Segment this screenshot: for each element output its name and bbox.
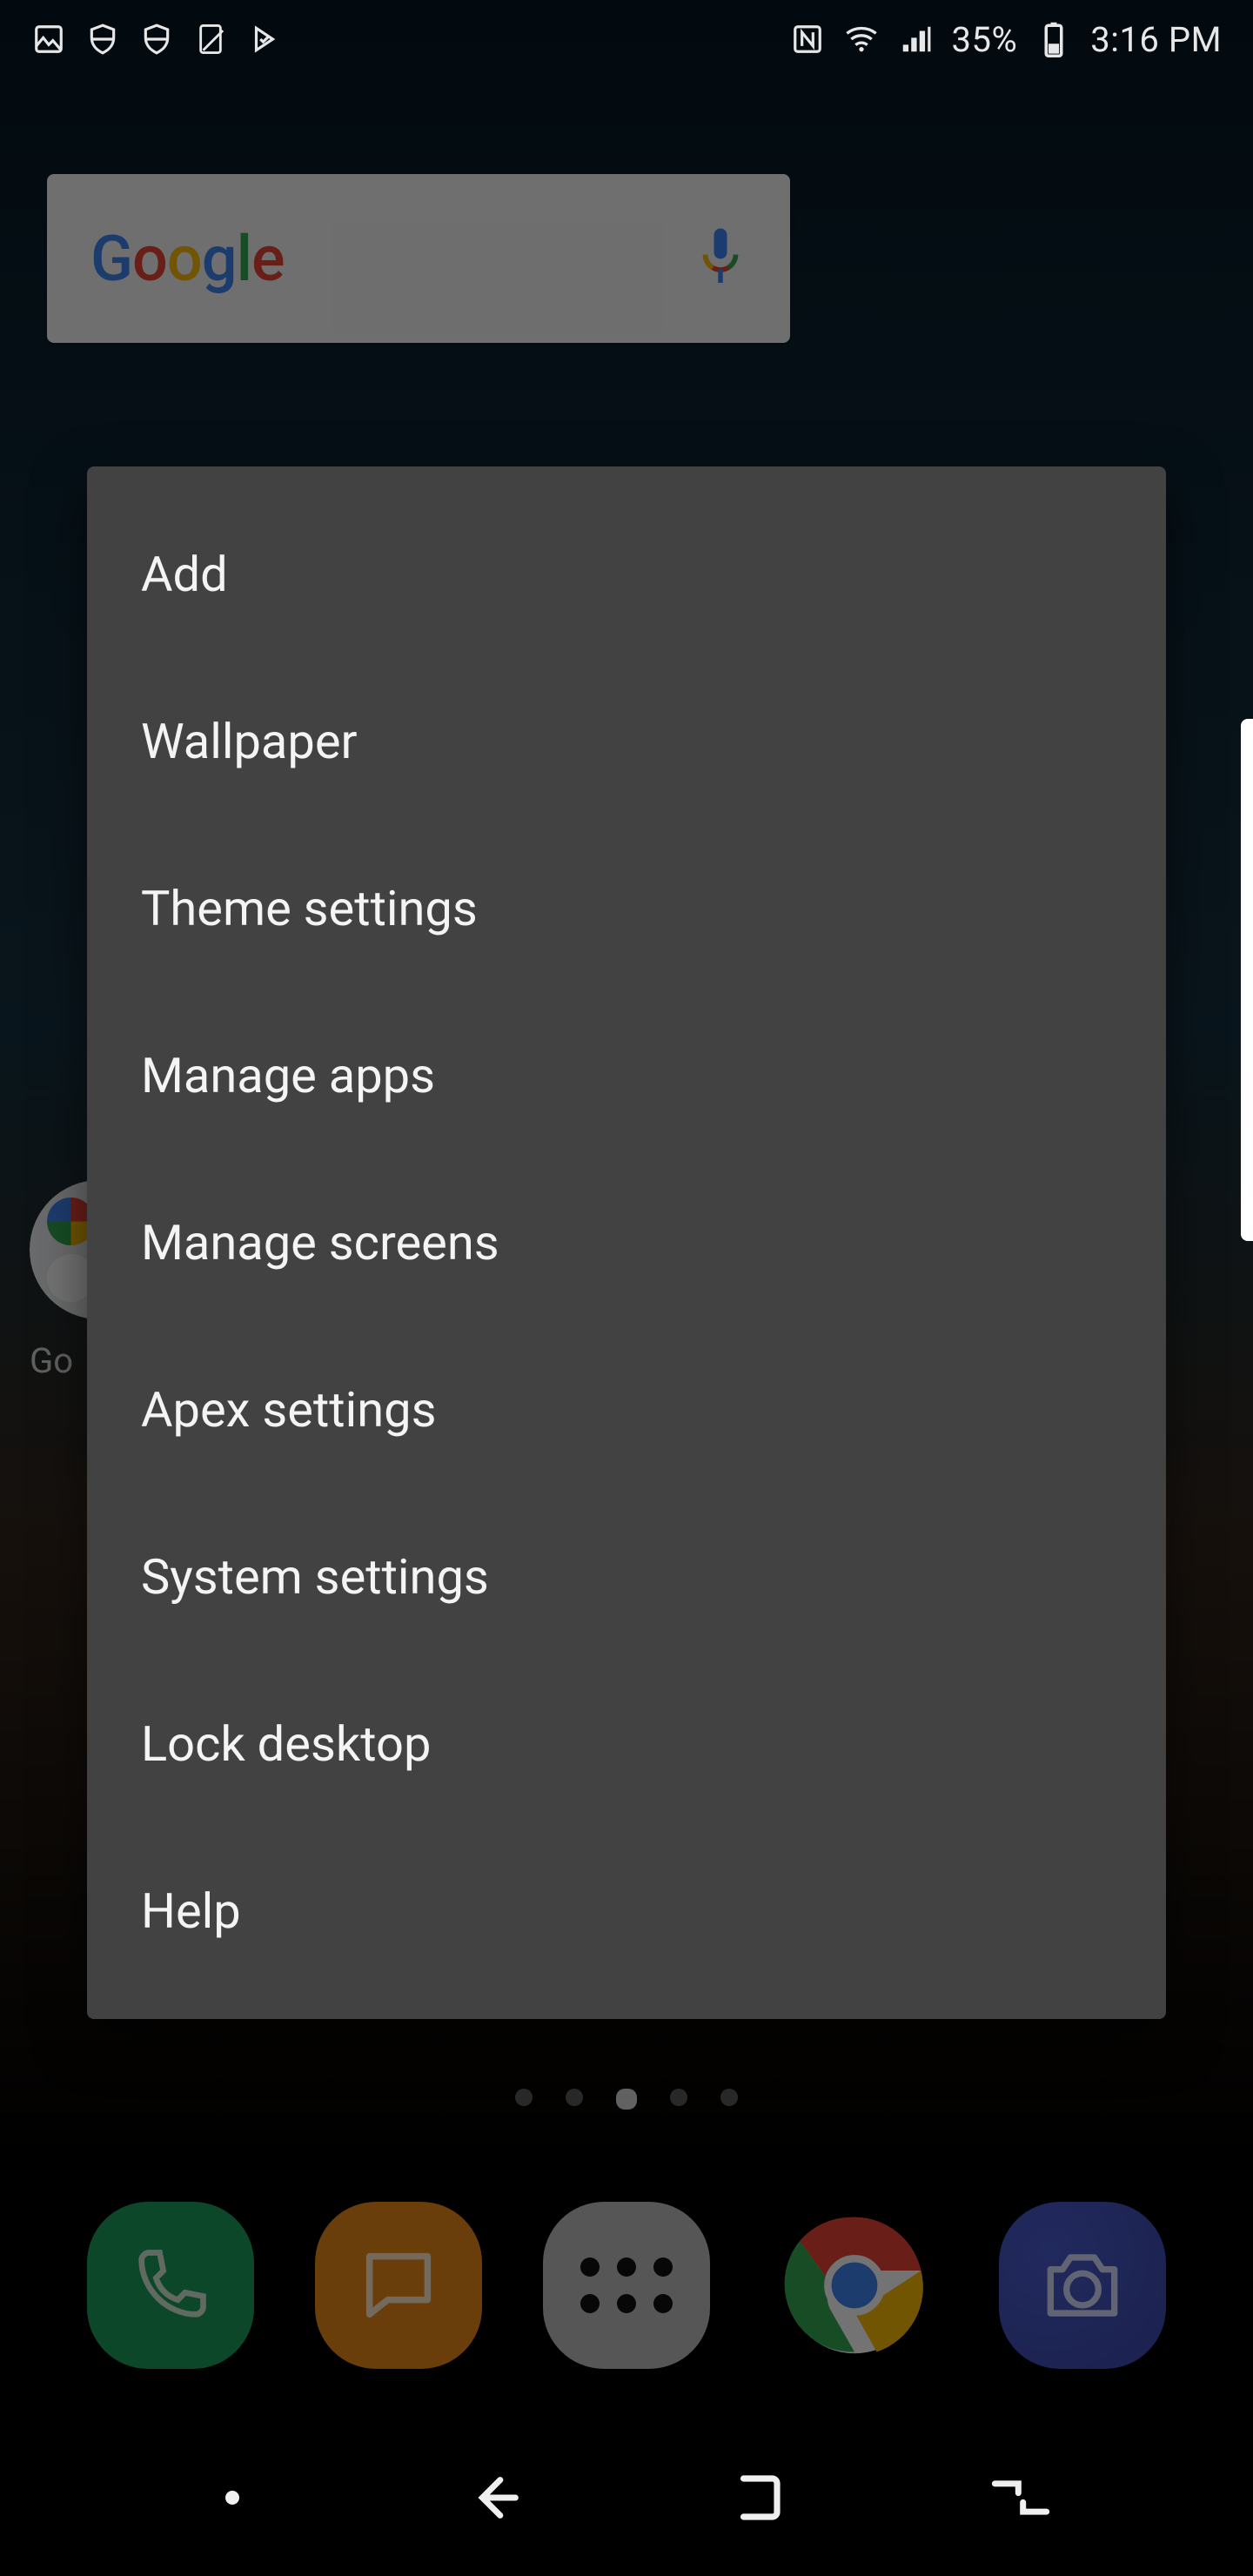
menu-item-apex-settings[interactable]: Apex settings (87, 1326, 1166, 1493)
menu-item-label: Wallpaper (141, 713, 358, 770)
picture-icon (31, 22, 66, 57)
menu-item-label: System settings (141, 1548, 489, 1606)
page-dot[interactable] (670, 2089, 687, 2106)
dock-app-camera[interactable] (999, 2202, 1166, 2369)
menu-item-label: Apex settings (141, 1381, 436, 1439)
menu-item-label: Manage screens (141, 1214, 499, 1271)
status-bar: 35% 3:16 PM (0, 0, 1253, 78)
page-dot[interactable] (566, 2089, 583, 2106)
menu-item-label: Help (141, 1882, 241, 1940)
launcher-context-menu: Add Wallpaper Theme settings Manage apps… (87, 466, 1166, 2019)
menu-item-manage-apps[interactable]: Manage apps (87, 992, 1166, 1159)
page-dot[interactable] (720, 2089, 738, 2106)
navigation-bar (0, 2419, 1253, 2576)
menu-item-label: Theme settings (141, 880, 478, 937)
nav-recents-button[interactable] (990, 2467, 1051, 2528)
fast-scroll-handle[interactable] (1241, 719, 1253, 1241)
shield-icon (139, 22, 174, 57)
dock-app-chrome[interactable] (771, 2202, 938, 2369)
dock-app-phone[interactable] (87, 2202, 254, 2369)
page-dot[interactable] (616, 2089, 637, 2110)
page-indicator[interactable] (0, 2089, 1253, 2110)
cellular-signal-icon (898, 22, 933, 57)
menu-item-system-settings[interactable]: System settings (87, 1493, 1166, 1660)
battery-icon (1036, 22, 1071, 57)
menu-item-help[interactable]: Help (87, 1828, 1166, 1995)
menu-item-add[interactable]: Add (87, 491, 1166, 658)
nav-home-button[interactable] (727, 2467, 788, 2528)
menu-item-label: Lock desktop (141, 1715, 431, 1773)
nav-assistant-dot[interactable] (202, 2467, 263, 2528)
clock-text: 3:16 PM (1090, 19, 1222, 60)
menu-item-wallpaper[interactable]: Wallpaper (87, 658, 1166, 825)
page-dot[interactable] (515, 2089, 533, 2106)
dock-app-messages[interactable] (315, 2202, 482, 2369)
battery-percent-text: 35% (952, 19, 1018, 60)
google-logo: Google (90, 222, 285, 296)
wifi-icon (844, 22, 879, 57)
shield-icon (85, 22, 120, 57)
dock (0, 2181, 1253, 2390)
menu-item-label: Add (141, 546, 228, 603)
nav-back-button[interactable] (465, 2467, 526, 2528)
play-protect-icon (247, 22, 282, 57)
menu-item-label: Manage apps (141, 1047, 435, 1104)
voice-search-icon[interactable] (694, 223, 747, 294)
menu-item-manage-screens[interactable]: Manage screens (87, 1159, 1166, 1326)
nfc-icon (790, 22, 825, 57)
dock-app-drawer[interactable] (543, 2202, 710, 2369)
google-search-widget[interactable]: Google (47, 174, 790, 343)
menu-item-lock-desktop[interactable]: Lock desktop (87, 1660, 1166, 1828)
sim-error-icon (193, 22, 228, 57)
menu-item-theme-settings[interactable]: Theme settings (87, 825, 1166, 992)
